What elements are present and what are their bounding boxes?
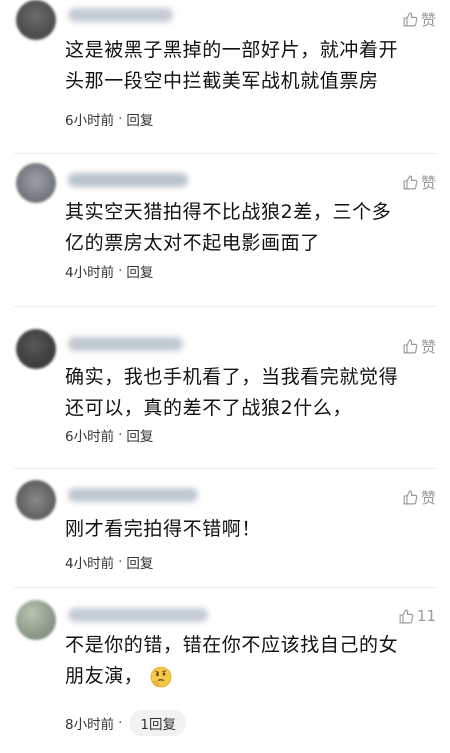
comment-time: 8小时前 — [65, 717, 115, 733]
reply-button[interactable]: 回复 — [126, 425, 153, 445]
reply-button[interactable]: 回复 — [126, 261, 153, 281]
comment-meta: 4小时前 · 回复 — [65, 552, 153, 572]
comment-text-line: 头那一段空中拦截美军战机就值票房 — [65, 70, 379, 92]
comment-text: 确实，我也手机看了，当我看完就觉得 还可以，真的差不了战狼2什么， — [65, 362, 438, 424]
divider — [14, 468, 436, 469]
comment-meta: 8小时前 · 1回复 — [65, 710, 186, 736]
meta-separator: · — [118, 554, 123, 570]
divider — [14, 306, 436, 307]
divider — [14, 587, 436, 588]
username-blurred[interactable] — [68, 488, 198, 502]
avatar[interactable] — [16, 600, 56, 640]
meta-separator: · — [118, 263, 123, 279]
comment-meta: 4小时前 · 回复 — [65, 261, 153, 281]
divider — [14, 153, 436, 154]
like-button[interactable]: 11 — [398, 607, 436, 625]
like-button[interactable]: 赞 — [402, 487, 436, 508]
like-button[interactable]: 赞 — [402, 9, 436, 30]
like-button[interactable]: 赞 — [402, 336, 436, 357]
comment-text-line: 亿的票房太对不起电影画面了 — [65, 232, 320, 254]
avatar[interactable] — [16, 329, 56, 369]
comment-time: 4小时前 — [65, 265, 115, 281]
comment-item: 赞 其实空天猎拍得不比战狼2差，三个多 亿的票房太对不起电影画面了 4小时前 ·… — [0, 160, 450, 310]
comment-time: 6小时前 — [65, 113, 115, 129]
comment-text-line: 确实，我也手机看了，当我看完就觉得 — [65, 366, 399, 388]
comment-text-line: 还可以，真的差不了战狼2什么， — [65, 397, 353, 419]
username-blurred[interactable] — [68, 608, 208, 622]
comment-text-line: 这是被黑子黑掉的一部好片，就冲着开 — [65, 39, 399, 61]
comment-meta: 6小时前 · 回复 — [65, 109, 153, 129]
thinking-emoji-icon — [149, 665, 173, 689]
like-label: 赞 — [420, 338, 436, 356]
comment-time: 6小时前 — [65, 429, 115, 445]
thumbs-up-icon — [403, 12, 418, 27]
avatar[interactable] — [16, 0, 56, 40]
thumbs-up-icon — [403, 339, 418, 354]
meta-separator: · — [118, 715, 123, 731]
username-blurred[interactable] — [68, 8, 173, 22]
comment-item: 11 不是你的错，错在你不应该找自己的女 朋友演， 8小时前 · 1回复 — [0, 597, 450, 753]
like-label: 赞 — [420, 489, 436, 507]
comment-text: 其实空天猎拍得不比战狼2差，三个多 亿的票房太对不起电影画面了 — [65, 197, 438, 259]
comment-item: 赞 刚才看完拍得不错啊！ 4小时前 · 回复 — [0, 478, 450, 588]
comment-text: 刚才看完拍得不错啊！ — [65, 514, 438, 545]
reply-count-button[interactable]: 1回复 — [130, 710, 186, 736]
avatar[interactable] — [16, 163, 56, 203]
comment-text-line: 刚才看完拍得不错啊！ — [65, 518, 262, 540]
comment-text-line: 不是你的错，错在你不应该找自己的女 — [65, 634, 399, 656]
thumbs-up-icon — [403, 175, 418, 190]
comment-item: 赞 确实，我也手机看了，当我看完就觉得 还可以，真的差不了战狼2什么， 6小时前… — [0, 325, 450, 475]
meta-separator: · — [118, 427, 123, 443]
thumbs-up-icon — [403, 490, 418, 505]
comment-item: 赞 这是被黑子黑掉的一部好片，就冲着开 头那一段空中拦截美军战机就值票房 6小时… — [0, 0, 450, 150]
like-button[interactable]: 赞 — [402, 172, 436, 193]
comment-text: 这是被黑子黑掉的一部好片，就冲着开 头那一段空中拦截美军战机就值票房 — [65, 35, 438, 97]
comment-text-line: 其实空天猎拍得不比战狼2差，三个多 — [65, 201, 392, 223]
comment-meta: 6小时前 · 回复 — [65, 425, 153, 445]
meta-separator: · — [118, 111, 123, 127]
comment-text-line: 朋友演， — [65, 665, 144, 687]
avatar[interactable] — [16, 480, 56, 520]
comment-text: 不是你的错，错在你不应该找自己的女 朋友演， — [65, 630, 438, 692]
like-count: 11 — [416, 607, 436, 625]
username-blurred[interactable] — [68, 173, 188, 187]
reply-button[interactable]: 回复 — [126, 552, 153, 572]
username-blurred[interactable] — [68, 337, 183, 351]
like-label: 赞 — [420, 174, 436, 192]
like-label: 赞 — [420, 11, 436, 29]
thumbs-up-icon — [399, 609, 414, 623]
comment-time: 4小时前 — [65, 556, 115, 572]
reply-button[interactable]: 回复 — [126, 109, 153, 129]
